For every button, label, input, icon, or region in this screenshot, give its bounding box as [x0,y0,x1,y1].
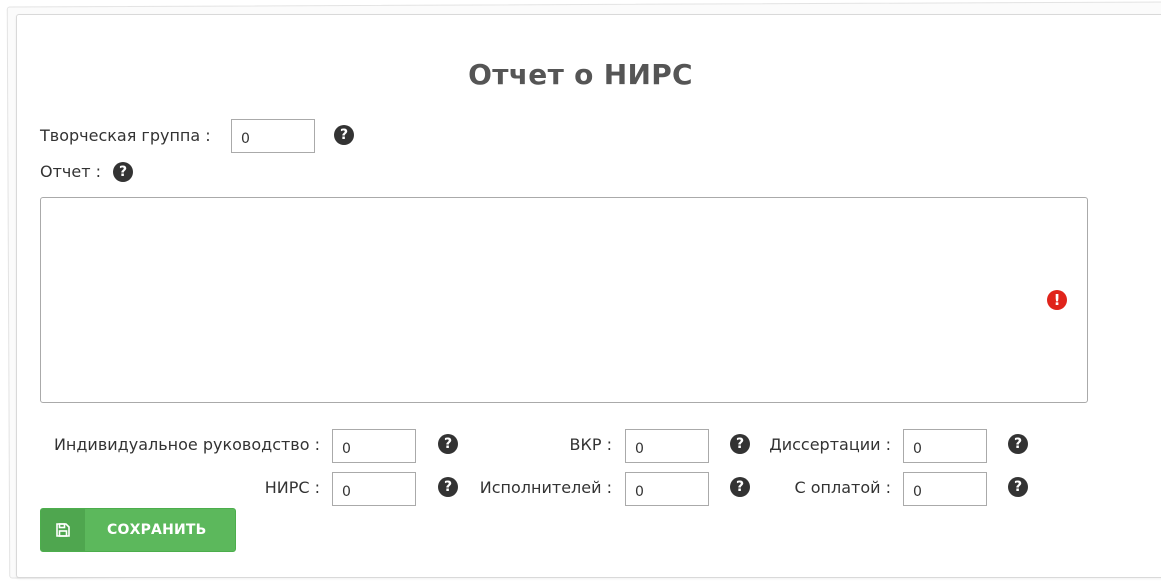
question-circle-icon[interactable]: ? [1008,477,1028,497]
report-textarea[interactable] [40,197,1088,403]
dissertations-label: Диссертации : [769,435,891,454]
question-circle-icon[interactable]: ? [730,434,750,454]
question-circle-icon[interactable]: ? [730,477,750,497]
save-button-label: СОХРАНИТЬ [107,522,207,538]
creative-group-label: Творческая группа : [40,126,211,145]
vkr-label: ВКР : [569,435,612,454]
report-label: Отчет : [40,162,102,181]
paid-input[interactable] [903,472,987,506]
question-circle-icon[interactable]: ? [1008,434,1028,454]
exclamation-circle-icon: ! [1047,290,1067,310]
question-circle-icon[interactable]: ? [438,477,458,497]
executors-label: Исполнителей : [479,478,612,497]
question-circle-icon[interactable]: ? [113,162,133,182]
vkr-input[interactable] [625,429,709,463]
question-circle-icon[interactable]: ? [334,125,354,145]
question-circle-icon[interactable]: ? [438,434,458,454]
nirs-label: НИРС : [264,478,320,497]
executors-input[interactable] [625,472,709,506]
save-button[interactable]: СОХРАНИТЬ [40,508,236,552]
creative-group-input[interactable] [231,119,315,153]
dissertations-input[interactable] [903,429,987,463]
individual-guidance-label: Индивидуальное руководство : [53,435,320,454]
nirs-input[interactable] [332,472,416,506]
page-title: Отчет о НИРС [468,58,693,91]
individual-guidance-input[interactable] [332,429,416,463]
floppy-disk-icon [41,509,85,551]
paid-label: С оплатой : [794,478,891,497]
